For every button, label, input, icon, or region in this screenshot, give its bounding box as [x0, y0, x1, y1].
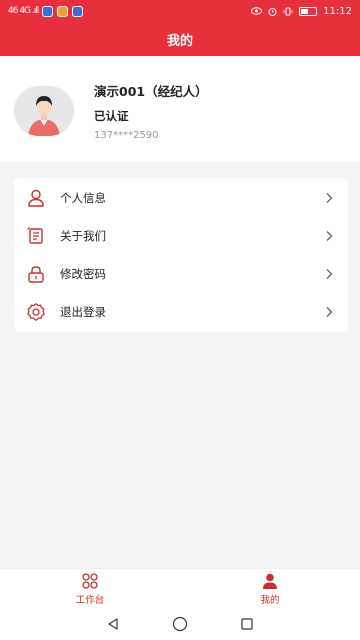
signal-indicator: 46 4G .ıll: [8, 6, 39, 16]
menu-item-change-password[interactable]: 修改密码: [14, 255, 348, 293]
app-notification-icon: [72, 5, 84, 17]
menu-item-label: 关于我们: [60, 229, 106, 243]
chevron-right-icon: [326, 307, 333, 317]
status-time: 11:12: [323, 5, 352, 17]
home-icon[interactable]: [172, 616, 188, 632]
person-icon: [28, 189, 44, 207]
recents-icon[interactable]: [240, 617, 254, 631]
profile-section[interactable]: 演示001（经纪人） 已认证 137****2590: [0, 56, 360, 162]
grid-icon: [82, 572, 98, 589]
vibrate-icon: [283, 7, 293, 15]
status-right: 11:12: [251, 6, 352, 17]
verified-status: 已认证: [94, 109, 129, 123]
menu-item-label: 修改密码: [60, 267, 106, 281]
battery-icon: [299, 6, 318, 16]
chevron-right-icon: [326, 269, 333, 279]
system-nav-bar: [0, 608, 360, 640]
chevron-right-icon: [326, 231, 333, 241]
eye-icon: [251, 7, 263, 15]
alarm-icon: [268, 7, 277, 16]
bottom-tab-bar: 工作台 我的: [0, 568, 360, 608]
avatar-person-icon: [14, 86, 74, 136]
menu-item-logout[interactable]: 退出登录: [14, 293, 348, 331]
menu-item-about-us[interactable]: 关于我们: [14, 217, 348, 255]
tab-label: 我的: [260, 594, 280, 606]
back-icon[interactable]: [106, 617, 120, 631]
tab-label: 工作台: [75, 594, 105, 606]
avatar[interactable]: [14, 86, 74, 136]
gear-icon: [27, 303, 45, 321]
chevron-right-icon: [326, 193, 333, 203]
tab-workbench[interactable]: 工作台: [0, 569, 180, 609]
app-notification-icon: [57, 5, 69, 17]
app-notification-icon: [42, 5, 54, 17]
menu-item-personal-info[interactable]: 个人信息: [14, 179, 348, 217]
menu-item-label: 个人信息: [60, 191, 106, 205]
menu-card: 个人信息 关于我们 修改密码 退出登录: [14, 178, 348, 332]
tab-mine[interactable]: 我的: [180, 569, 360, 609]
profile-name: 演示001（经纪人）: [94, 84, 208, 99]
menu-item-label: 退出登录: [60, 305, 106, 319]
user-icon: [263, 573, 277, 589]
page-header: 我的: [0, 22, 360, 56]
page-title: 我的: [166, 33, 193, 49]
status-left: 46 4G .ıll: [8, 5, 84, 17]
status-bar: 46 4G .ıll 11:12: [0, 0, 360, 22]
profile-phone: 137****2590: [94, 130, 159, 141]
lock-icon: [28, 266, 44, 283]
scroll-icon: [27, 227, 43, 244]
